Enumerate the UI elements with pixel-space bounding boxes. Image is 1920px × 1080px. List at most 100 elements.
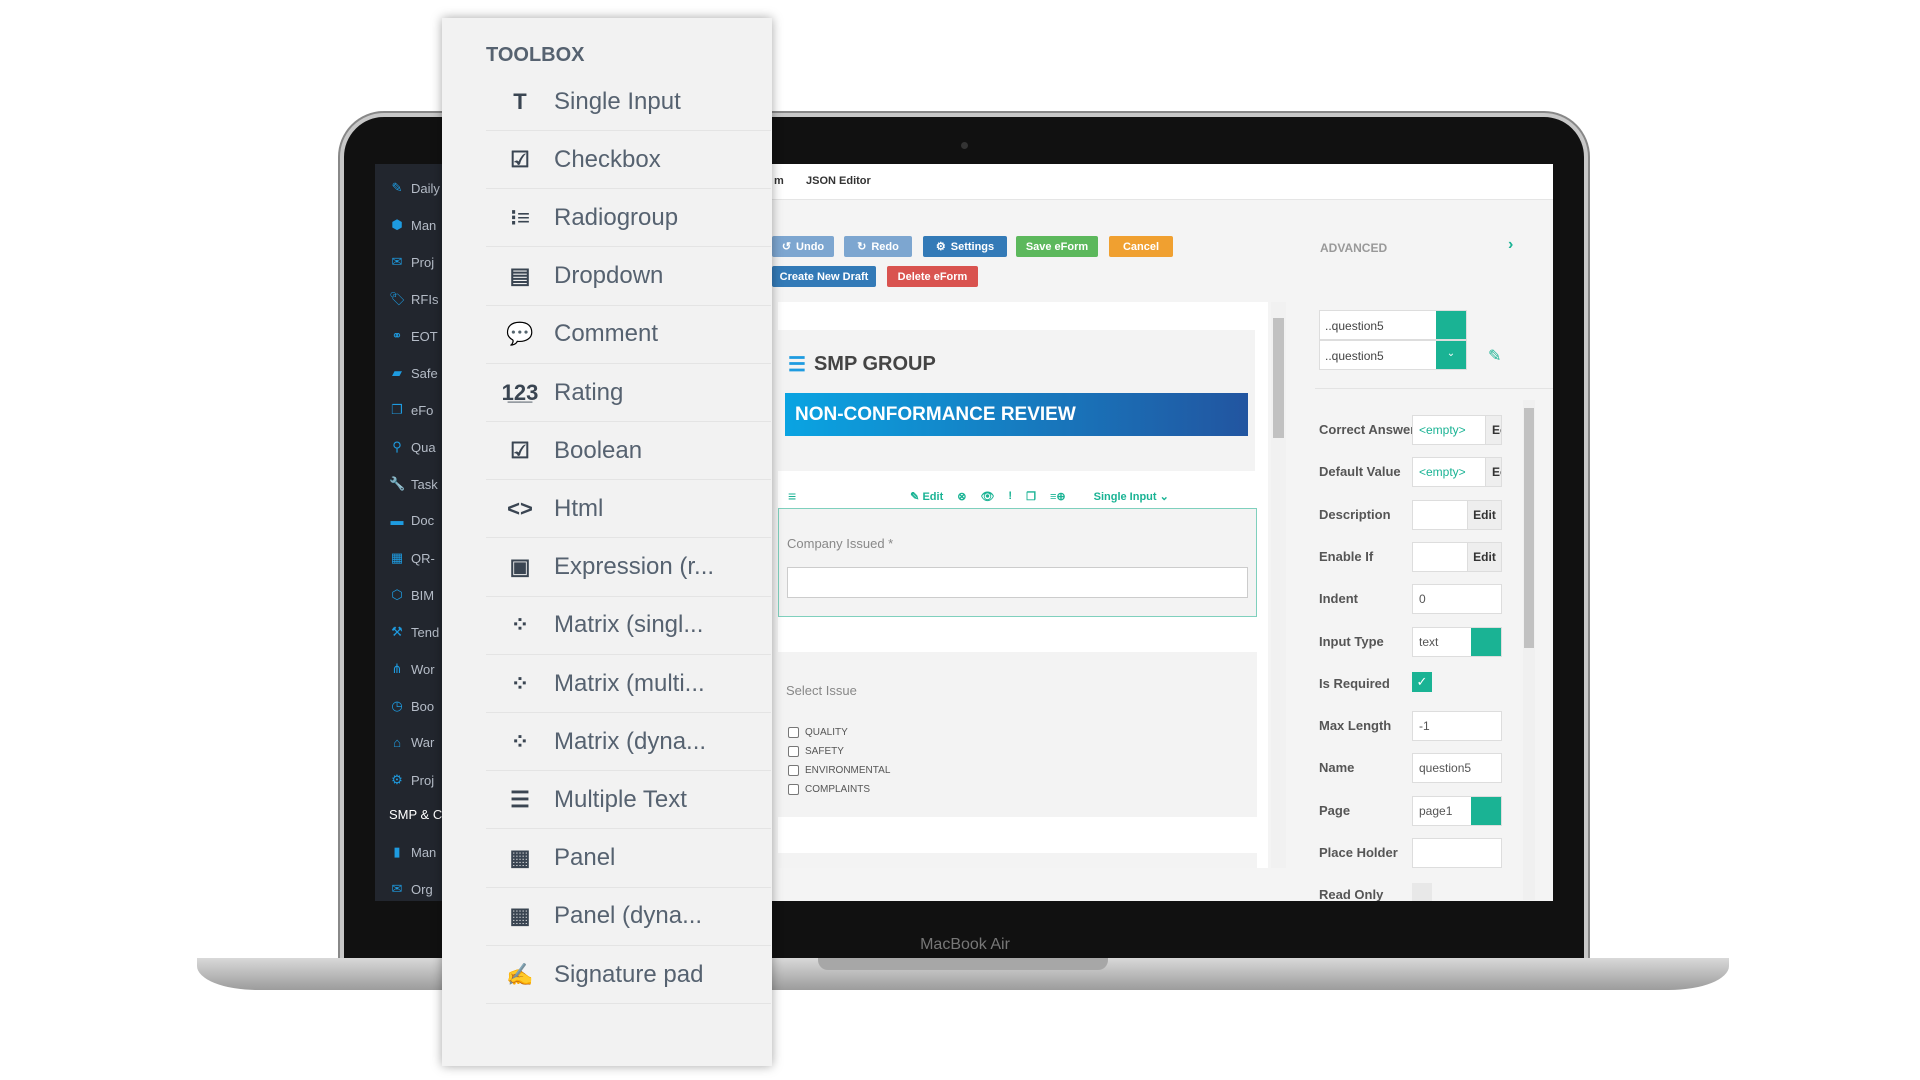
sidebar-item[interactable]: ◷ Boo [389, 698, 434, 714]
divider [1315, 388, 1553, 389]
toolbox-item[interactable]: T Single Input [486, 73, 771, 131]
property-edit-button[interactable]: Ec [1485, 416, 1501, 444]
sidebar-item[interactable]: ▬ Doc [389, 513, 435, 528]
issue-option[interactable]: SAFETY [788, 746, 844, 757]
toolbox-item-label: Matrix (singl... [554, 611, 704, 639]
checkbox[interactable] [788, 746, 799, 757]
sidebar-item[interactable]: ▰ Safe [389, 365, 438, 381]
sidebar-item[interactable]: ⬢ Man [389, 217, 436, 233]
sidebar-item[interactable]: ⚙ Proj [389, 772, 434, 788]
property-edit-button[interactable]: Edit [1467, 500, 1501, 529]
sidebar-item[interactable]: ⌂ War [389, 735, 434, 750]
panel-dynamic-icon: ▦ [509, 903, 531, 929]
toolbox-item[interactable]: ⁝≡ Radiogroup [486, 189, 771, 248]
undo-button[interactable]: ↺ Undo [772, 236, 834, 257]
sidebar-item[interactable]: 🏷 RFIs [389, 291, 438, 307]
pencil-icon[interactable]: ✎ [1488, 346, 1501, 366]
property-edit-button[interactable]: Ec [1485, 458, 1501, 487]
property-input[interactable]: question5 [1412, 753, 1502, 784]
sidebar-item[interactable]: ⚒ Tend [389, 624, 439, 640]
sidebar-item-label: Man [411, 844, 437, 860]
sidebar-item[interactable]: ▮ Man [389, 844, 436, 860]
toolbox-item[interactable]: ⁘ Matrix (singl... [486, 597, 771, 655]
question-type-dropdown[interactable]: Single Input ⌄ [1094, 490, 1169, 503]
property-checkbox[interactable]: ✓ [1412, 671, 1432, 692]
cancel-button[interactable]: Cancel [1109, 236, 1173, 257]
property-input[interactable]: Edit [1412, 499, 1502, 530]
sidebar-item-label: Safe [411, 365, 438, 381]
tab-bar: m JSON Editor [772, 164, 1553, 200]
tab-json-editor[interactable]: JSON Editor [806, 175, 871, 187]
sidebar-item[interactable]: ✎ Daily [389, 180, 440, 196]
toolbox-item[interactable]: ▤ Dropdown [486, 248, 771, 306]
save-eform-button[interactable]: Save eForm [1016, 236, 1098, 257]
company-issued-input[interactable] [787, 567, 1248, 598]
question-selector[interactable]: ..question5 [1319, 310, 1467, 340]
toolbox-item[interactable]: ✍ Signature pad [486, 946, 771, 1004]
add-to-toolbox-icon[interactable]: ≡⊕ [1050, 490, 1066, 503]
sidebar-item[interactable]: ⚭ EOT [389, 328, 438, 344]
toolbox-item[interactable]: ▣ Expression (r... [486, 539, 771, 597]
property-input[interactable]: text [1412, 626, 1502, 657]
property-input[interactable]: <empty> Ec [1412, 457, 1502, 488]
delete-question-icon[interactable]: ⊗ [957, 490, 966, 503]
toolbox-item[interactable]: ☑ Boolean [486, 422, 771, 481]
checkbox[interactable] [788, 784, 799, 795]
dropdown-toggle[interactable] [1471, 796, 1501, 825]
edit-button[interactable]: ✎ Edit [910, 490, 943, 503]
question-dropdown[interactable]: ..question5 ⌄ [1319, 340, 1467, 370]
question-company-issued[interactable]: Company Issued * [778, 508, 1257, 617]
sidebar-item[interactable]: ✉ Proj [389, 254, 435, 270]
property-edit-button[interactable]: Edit [1467, 542, 1501, 571]
property-label: Is Required [1319, 675, 1390, 691]
sidebar-item[interactable]: ▦ QR- [389, 550, 435, 566]
toolbox-item[interactable]: 💬 Comment [486, 306, 771, 364]
issue-option[interactable]: ENVIRONMENTAL [788, 765, 890, 776]
sidebar-item[interactable]: ⚲ Qua [389, 439, 435, 455]
toolbox-item[interactable]: 1̲2̲3 Rating [486, 364, 771, 422]
checkbox[interactable] [788, 765, 799, 776]
copy-icon[interactable]: ❐ [1026, 490, 1036, 503]
dropdown-toggle[interactable] [1471, 627, 1501, 656]
property-checkbox[interactable] [1412, 883, 1432, 901]
toolbox-item[interactable]: ▦ Panel (dyna... [486, 888, 771, 946]
sidebar-item[interactable]: ❐ eFo [389, 402, 433, 418]
checkbox[interactable] [788, 727, 799, 738]
eye-icon[interactable]: 👁 [980, 490, 994, 503]
issue-option[interactable]: QUALITY [788, 727, 848, 738]
tab-form[interactable]: m [774, 175, 784, 187]
canvas-scrollbar[interactable] [1271, 302, 1286, 868]
qrcode-icon: ▦ [390, 550, 404, 565]
redo-button[interactable]: ↻ Redo [844, 236, 912, 257]
property-input[interactable]: page1 [1412, 795, 1502, 826]
matrix-single-icon: ⁘ [510, 612, 530, 638]
toolbox-item[interactable]: ☰ Multiple Text [486, 771, 771, 830]
text-icon: T [513, 88, 527, 114]
chevron-right-icon[interactable]: › [1508, 236, 1513, 254]
comment-icon: 💬 [506, 321, 534, 347]
issue-option[interactable]: COMPLAINTS [788, 784, 870, 795]
toolbox-item-label: Matrix (multi... [554, 669, 705, 697]
checkbox-icon: ☑ [510, 146, 530, 172]
sidebar-item[interactable]: ✉ Org [389, 881, 433, 897]
property-input[interactable]: <empty> Ec [1412, 415, 1502, 445]
property-input[interactable] [1412, 838, 1502, 868]
delete-eform-button[interactable]: Delete eForm [887, 266, 978, 287]
create-new-draft-button[interactable]: Create New Draft [772, 266, 876, 287]
toolbox-item[interactable]: ⁘ Matrix (dyna... [486, 713, 771, 772]
sidebar-item[interactable]: ⬡ BIM [389, 587, 434, 603]
toolbox-item[interactable]: ☑ Checkbox [486, 131, 771, 190]
toolbox-item[interactable]: ⁘ Matrix (multi... [486, 655, 771, 713]
question-select-issue: Select Issue QUALITY SAFETY ENVIRONMENTAL C… [778, 652, 1257, 817]
toolbox-item[interactable]: ▦ Panel [486, 830, 771, 888]
sidebar-item[interactable]: 🔧 Task [389, 476, 438, 492]
required-icon[interactable]: ! [1008, 490, 1012, 502]
properties-scrollbar[interactable] [1523, 400, 1535, 900]
toolbox-item[interactable]: <> Html [486, 480, 771, 539]
sidebar-item[interactable]: ⋔ Wor [389, 661, 435, 677]
property-input[interactable]: Edit [1412, 541, 1502, 572]
settings-button[interactable]: ⚙ Settings [923, 236, 1007, 257]
drag-handle-icon[interactable]: ≡ [788, 488, 796, 504]
property-input[interactable]: 0 [1412, 584, 1502, 615]
property-input[interactable]: -1 [1412, 711, 1502, 742]
